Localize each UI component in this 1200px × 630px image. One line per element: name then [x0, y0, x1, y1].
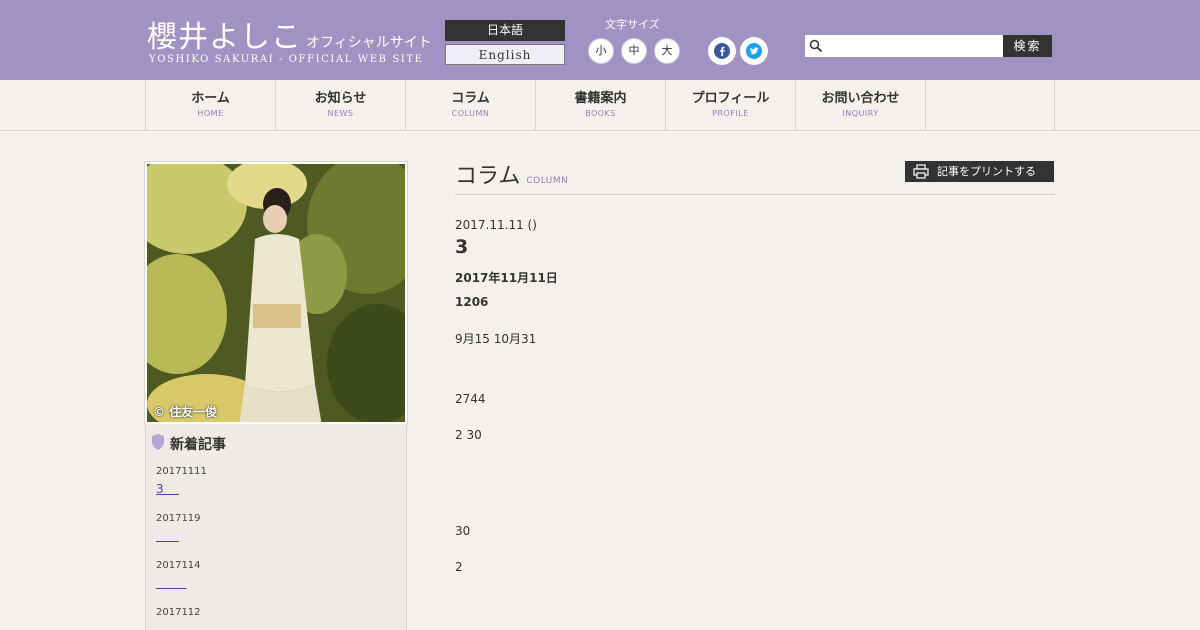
- nav-label: プロフィール: [691, 91, 770, 106]
- article-paragraph: 9月15 10月31: [455, 332, 537, 346]
- article-meta: 2017年11月11日 1206: [455, 266, 1055, 314]
- nav-sublabel: PROFILE: [712, 109, 749, 118]
- post-date: 2017112: [156, 607, 201, 618]
- page-title-text: コラム: [455, 164, 521, 189]
- article-paragraph: 2 30: [455, 428, 482, 442]
- nav-label: コラム: [451, 91, 490, 106]
- title-divider: [455, 194, 1055, 195]
- font-size-large-button[interactable]: 大: [654, 38, 680, 64]
- facebook-icon: [714, 43, 730, 59]
- nav-item-profile[interactable]: プロフィール PROFILE: [666, 80, 796, 130]
- meta-issue-date: 2017年11月11日: [455, 271, 558, 285]
- article-paragraph: 30: [455, 524, 471, 538]
- font-size-small-button[interactable]: 小: [588, 38, 614, 64]
- nav-sublabel: COLUMN: [451, 109, 490, 118]
- nav-sublabel: INQUIRY: [842, 109, 879, 118]
- nav-item-news[interactable]: お知らせ NEWS: [276, 80, 406, 130]
- font-size-medium-button[interactable]: 中: [621, 38, 647, 64]
- twitter-icon: [746, 43, 762, 59]
- printer-icon: [913, 164, 929, 179]
- nav-label: 書籍案内: [574, 91, 627, 106]
- article-title: 3: [455, 236, 469, 258]
- post-link[interactable]: 3: [156, 482, 179, 496]
- new-posts-panel: 新着記事 20171111 3 2017119 2017114 2017112: [145, 424, 407, 630]
- post-date: 2017114: [156, 560, 201, 571]
- search-icon: [809, 39, 823, 53]
- logo-subtitle: YOSHIKO SAKURAI - OFFICIAL WEB SITE: [149, 54, 424, 65]
- logo-name: 櫻井よしこ: [147, 20, 302, 55]
- nav-label: お問い合わせ: [821, 91, 900, 106]
- nav-item-inquiry[interactable]: お問い合わせ INQUIRY: [796, 80, 926, 130]
- post-link[interactable]: [156, 529, 179, 543]
- lang-japanese-button[interactable]: 日本語: [445, 20, 565, 41]
- photo-illustration: [147, 164, 405, 422]
- post-link[interactable]: [156, 576, 187, 590]
- article-paragraph: 2744: [455, 392, 486, 406]
- nav-item-home[interactable]: ホーム HOME: [146, 80, 276, 130]
- font-size-label: 文字サイズ: [605, 18, 660, 31]
- nav-label: お知らせ: [314, 91, 367, 106]
- nav-item-column[interactable]: コラム COLUMN: [406, 80, 536, 130]
- page-title-en: COLUMN: [526, 176, 569, 186]
- new-posts-title: 新着記事: [170, 437, 226, 453]
- facebook-button[interactable]: [708, 37, 736, 65]
- logo-tagline: オフィシャルサイト: [306, 35, 432, 51]
- post-date: 2017119: [156, 513, 201, 524]
- search-button[interactable]: 検索: [1003, 35, 1052, 57]
- meta-issue-number: 1206: [455, 295, 489, 309]
- main-nav: ホーム HOME お知らせ NEWS コラム COLUMN 書籍案内 BOOKS プロフ…: [0, 80, 1200, 131]
- article-date: 2017.11.11 (): [455, 218, 537, 232]
- print-article-button[interactable]: 記事をプリントする: [905, 161, 1054, 182]
- search-input[interactable]: [805, 35, 1003, 57]
- nav-sublabel: HOME: [197, 109, 224, 118]
- page-title: コラム COLUMN: [455, 158, 568, 190]
- nav-sublabel: BOOKS: [585, 109, 616, 118]
- lang-english-button[interactable]: English: [445, 44, 565, 65]
- nav-item-books[interactable]: 書籍案内 BOOKS: [536, 80, 666, 130]
- site-logo[interactable]: 櫻井よしこ オフィシャルサイト: [147, 12, 432, 56]
- article-paragraph: 2: [455, 560, 463, 574]
- shield-icon: [152, 434, 164, 450]
- photo-credit: © 住友一俊: [153, 405, 218, 419]
- nav-sublabel: NEWS: [327, 109, 354, 118]
- nav-label: ホーム: [191, 91, 230, 106]
- twitter-button[interactable]: [740, 37, 768, 65]
- profile-photo: © 住友一俊: [144, 161, 408, 425]
- print-button-label: 記事をプリントする: [937, 165, 1036, 178]
- post-date: 20171111: [156, 466, 207, 477]
- site-header: 櫻井よしこ オフィシャルサイト YOSHIKO SAKURAI - OFFICIA…: [0, 0, 1200, 80]
